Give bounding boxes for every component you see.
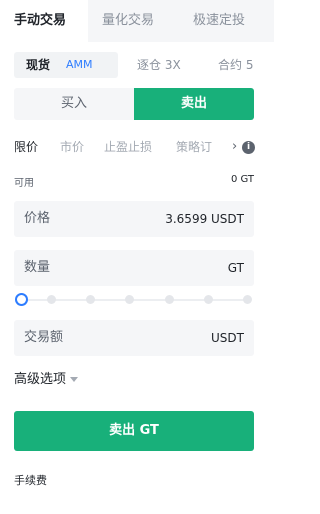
order-type-limit[interactable]: 限价 xyxy=(14,137,38,157)
market-type-tabs: 现货 AMM 逐仓 3X 合约 5 xyxy=(0,52,274,78)
tab-spot-amm[interactable]: 现货 AMM xyxy=(14,52,118,78)
slider-mark[interactable] xyxy=(165,295,174,304)
buy-sell-toggle: 买入 卖出 xyxy=(14,88,254,120)
order-type-stop[interactable]: 止盈止损 xyxy=(104,137,152,157)
amount-unit: GT xyxy=(227,261,244,275)
amount-label: 数量 xyxy=(24,260,51,275)
tab-isolated-margin[interactable]: 逐仓 3X xyxy=(137,52,181,78)
order-type-tabs: 限价 市价 止盈止损 策略订 › i xyxy=(14,137,274,157)
amount-field[interactable]: 数量 GT xyxy=(14,250,254,286)
info-icon[interactable]: i xyxy=(242,141,255,154)
slider-mark[interactable] xyxy=(86,295,95,304)
order-type-market[interactable]: 市价 xyxy=(60,137,84,157)
buy-button[interactable]: 买入 xyxy=(14,88,134,120)
price-field[interactable]: 价格 3.6599 USDT xyxy=(14,201,254,237)
fee-label: 手续费 xyxy=(14,474,47,487)
tab-quant-trade[interactable]: 量化交易 xyxy=(102,0,154,42)
price-label: 价格 xyxy=(24,211,51,226)
slider-mark[interactable] xyxy=(204,295,213,304)
slider-handle[interactable] xyxy=(15,293,28,306)
slider-mark[interactable] xyxy=(47,295,56,304)
amount-slider[interactable] xyxy=(14,292,254,308)
amm-badge: AMM xyxy=(66,58,93,71)
available-balance: 可用 0 GT xyxy=(14,174,254,190)
sell-button[interactable]: 卖出 xyxy=(134,88,254,120)
available-label: 可用 xyxy=(14,178,34,189)
total-unit: USDT xyxy=(211,331,244,345)
slider-mark[interactable] xyxy=(125,295,134,304)
trade-mode-tabs: 手动交易 量化交易 极速定投 xyxy=(0,0,274,42)
advanced-options-label: 高级选项 xyxy=(14,372,67,387)
total-field[interactable]: 交易额 USDT xyxy=(14,320,254,356)
price-value: 3.6599 USDT xyxy=(165,212,244,226)
tab-quick-dca[interactable]: 极速定投 xyxy=(193,0,245,42)
caret-down-icon xyxy=(70,377,79,382)
chevron-right-icon[interactable]: › xyxy=(232,137,237,157)
tab-spot-label: 现货 xyxy=(26,58,51,72)
available-value: 0 GT xyxy=(230,174,254,185)
order-type-strategy[interactable]: 策略订 xyxy=(176,137,212,157)
tab-contract[interactable]: 合约 5 xyxy=(218,52,253,78)
tab-manual-trade[interactable]: 手动交易 xyxy=(0,0,88,42)
total-label: 交易额 xyxy=(24,330,64,345)
advanced-options-toggle[interactable]: 高级选项 xyxy=(14,371,79,389)
slider-mark[interactable] xyxy=(243,295,252,304)
sell-gt-button[interactable]: 卖出 GT xyxy=(14,411,254,451)
